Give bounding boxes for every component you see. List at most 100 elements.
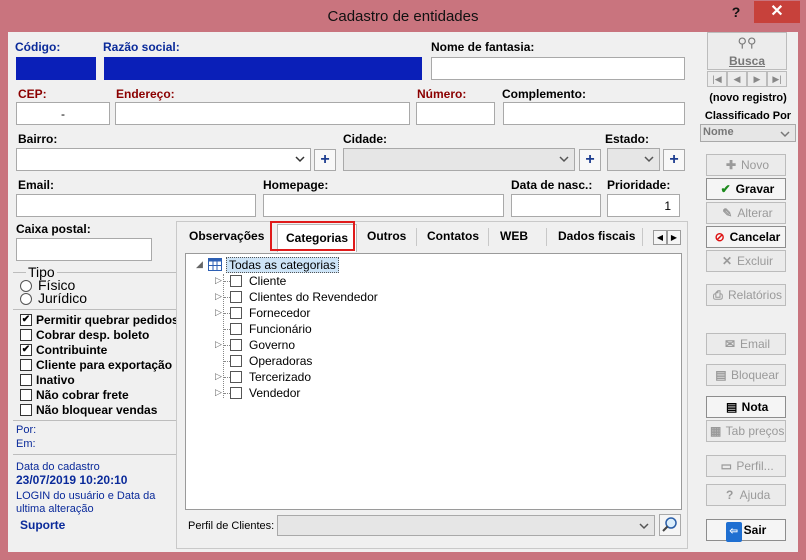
price-table-icon: ▦	[709, 424, 722, 438]
cancelar-button[interactable]: ⊘ Cancelar	[706, 226, 786, 248]
prioridade-label: Prioridade:	[607, 178, 671, 192]
add-estado-button[interactable]: +	[663, 149, 685, 171]
tab-outros[interactable]: Outros	[367, 229, 406, 243]
tree-item-fornecedor[interactable]: ▷ Fornecedor	[186, 305, 486, 321]
ajuda-button[interactable]: ? Ajuda	[706, 484, 786, 506]
tree-item-vendedor[interactable]: ▷ Vendedor	[186, 385, 486, 401]
bloquear-button[interactable]: ▤ Bloquear	[706, 364, 786, 386]
title-bar: Cadastro de entidades ? ✕	[0, 0, 806, 32]
checkbox-icon[interactable]	[230, 323, 242, 335]
prev-record-icon[interactable]: ◀	[727, 71, 747, 87]
prioridade-input[interactable]: 1	[607, 194, 680, 217]
nota-button[interactable]: ▤ Nota	[706, 396, 786, 418]
radio-juridico[interactable]	[20, 293, 32, 305]
grid-icon	[208, 258, 222, 271]
numero-input[interactable]	[416, 102, 495, 125]
perfil-label: Perfil de Clientes:	[188, 520, 275, 532]
checkbox-icon[interactable]	[230, 339, 242, 351]
checkbox-icon[interactable]	[20, 374, 32, 386]
checkbox-checked-icon[interactable]: ✔	[20, 314, 32, 326]
checkbox-icon[interactable]	[230, 387, 242, 399]
checkbox-icon[interactable]	[20, 329, 32, 341]
caixa-postal-input[interactable]	[16, 238, 152, 261]
close-button[interactable]: ✕	[754, 1, 800, 23]
codigo-input[interactable]	[16, 57, 96, 80]
tab-dados-fiscais[interactable]: Dados fiscais	[558, 229, 635, 243]
form-client-area: Código: Razão social: Nome de fantasia: …	[8, 32, 798, 552]
tab-scroll-left-icon[interactable]: ◀	[653, 230, 667, 245]
gravar-button[interactable]: ✔ Gravar	[706, 178, 786, 200]
tab-observacoes[interactable]: Observações	[189, 229, 264, 243]
tab-contatos[interactable]: Contatos	[427, 229, 479, 243]
data-cadastro-label: Data do cadastro	[16, 461, 100, 473]
chevron-down-icon	[295, 156, 305, 163]
perfil-button[interactable]: ▭ Perfil...	[706, 455, 786, 477]
email-input[interactable]	[16, 194, 256, 217]
tab-precos-button[interactable]: ▦ Tab preços	[706, 420, 786, 442]
tab-web[interactable]: WEB	[500, 229, 528, 243]
help-button[interactable]: ?	[722, 4, 750, 24]
next-record-icon[interactable]: ▶	[747, 71, 767, 87]
chevron-down-icon	[780, 131, 790, 138]
tab-strip: Observações Categorias Outros Contatos W…	[177, 221, 689, 252]
checkbox-icon[interactable]	[230, 275, 242, 287]
tree-item-tercerizado[interactable]: ▷ Tercerizado	[186, 369, 486, 385]
perfil-search-button[interactable]	[659, 514, 681, 536]
block-icon: ▤	[715, 368, 727, 382]
bairro-label: Bairro:	[18, 132, 58, 146]
homepage-input[interactable]	[263, 194, 504, 217]
busca-label: Busca	[728, 54, 766, 68]
tree-collapse-icon[interactable]: ◢	[196, 259, 206, 270]
first-record-icon[interactable]: |◀	[707, 71, 727, 87]
chevron-down-icon	[644, 156, 654, 163]
estado-combo[interactable]	[607, 148, 660, 171]
caixa-postal-label: Caixa postal:	[16, 222, 91, 236]
checkbox-icon[interactable]	[20, 404, 32, 416]
checkbox-checked-icon[interactable]: ✔	[20, 344, 32, 356]
razao-social-label: Razão social:	[103, 40, 180, 54]
alterar-button[interactable]: ✎ Alterar	[706, 202, 786, 224]
classificado-combo[interactable]: Nome	[700, 124, 796, 142]
complemento-input[interactable]	[503, 102, 685, 125]
checkbox-icon[interactable]	[230, 371, 242, 383]
radio-fisico[interactable]	[20, 280, 32, 292]
sair-button[interactable]: ⇦ Sair	[706, 519, 786, 542]
codigo-label: Código:	[15, 40, 61, 54]
excluir-button[interactable]: ✕ Excluir	[706, 250, 786, 272]
user-name: Suporte	[20, 518, 66, 532]
numero-label: Número:	[417, 87, 467, 101]
tab-scroll-right-icon[interactable]: ▶	[667, 230, 681, 245]
tree-item-operadoras[interactable]: Operadoras	[186, 353, 486, 369]
checkbox-icon[interactable]	[20, 359, 32, 371]
data-nasc-input[interactable]	[511, 194, 601, 217]
tree-item-clientes-revendedor[interactable]: ▷ Clientes do Revendedor	[186, 289, 486, 305]
relatorios-button[interactable]: ⎙ Relatórios	[706, 284, 786, 306]
email-button[interactable]: ✉ Email	[706, 333, 786, 355]
last-record-icon[interactable]: ▶|	[767, 71, 787, 87]
tree-item-cliente[interactable]: ▷ Cliente	[186, 273, 486, 289]
tree-item-governo[interactable]: ▷ Governo	[186, 337, 486, 353]
checkbox-icon[interactable]	[20, 389, 32, 401]
busca-button[interactable]: ⚲⚲ Busca	[707, 32, 787, 70]
checkbox-icon[interactable]	[230, 307, 242, 319]
cidade-combo[interactable]	[343, 148, 575, 171]
checkbox-icon[interactable]	[230, 291, 242, 303]
add-bairro-button[interactable]: +	[314, 149, 336, 171]
bairro-combo[interactable]	[16, 148, 311, 171]
prioridade-value: 1	[664, 199, 671, 213]
endereco-label: Endereço:	[116, 87, 175, 101]
tree-item-funcionario[interactable]: Funcionário	[186, 321, 486, 337]
nome-fantasia-input[interactable]	[431, 57, 685, 80]
add-cidade-button[interactable]: +	[579, 149, 601, 171]
perfil-combo[interactable]	[277, 515, 655, 536]
tree-root[interactable]: ◢ Todas as categorias	[186, 257, 386, 273]
complemento-label: Complemento:	[502, 87, 586, 101]
email-label: Email:	[18, 178, 55, 192]
cep-input[interactable]: -	[16, 102, 110, 125]
endereco-input[interactable]	[115, 102, 410, 125]
em-label: Em:	[16, 438, 36, 450]
checkbox-icon[interactable]	[230, 355, 242, 367]
razao-social-input[interactable]	[104, 57, 422, 80]
search-icon	[662, 517, 677, 532]
novo-button[interactable]: ✚ Novo	[706, 154, 786, 176]
